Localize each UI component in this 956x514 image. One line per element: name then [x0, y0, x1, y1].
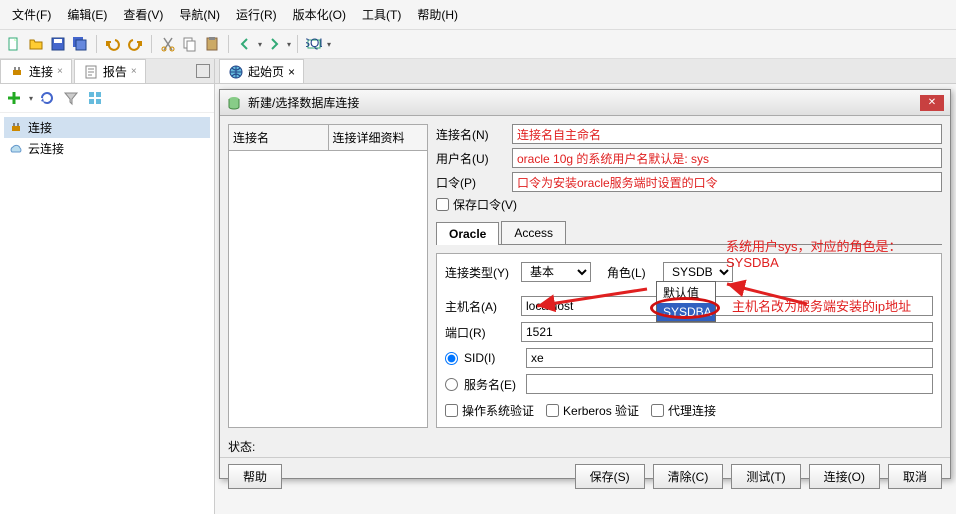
close-icon[interactable]: ×: [57, 66, 63, 77]
proxy-checkbox[interactable]: [651, 404, 664, 417]
role-option-default[interactable]: 默认值: [657, 282, 715, 303]
save-icon[interactable]: [48, 34, 68, 54]
help-button[interactable]: 帮助: [228, 464, 282, 489]
menu-view[interactable]: 查看(V): [115, 2, 171, 27]
conn-type-select[interactable]: 基本: [521, 262, 591, 282]
label-username: 用户名(U): [436, 150, 506, 167]
menu-version[interactable]: 版本化(O): [285, 2, 354, 27]
cancel-button[interactable]: 取消: [888, 464, 942, 489]
sid-input[interactable]: [526, 348, 933, 368]
connection-list-panel: 连接名 连接详细资料: [228, 124, 428, 428]
col-conn-name: 连接名: [229, 125, 329, 150]
tree-cloud[interactable]: 云连接: [4, 138, 210, 159]
col-conn-details: 连接详细资料: [329, 125, 428, 150]
cloud-icon: [8, 141, 24, 157]
label-role: 角色(L): [607, 264, 657, 281]
label-conn-name: 连接名(N): [436, 126, 506, 143]
kerberos-checkbox[interactable]: [546, 404, 559, 417]
label-conn-type: 连接类型(Y): [445, 264, 515, 281]
sidebar: 连接 × 报告 × ▾ 连接 云连接: [0, 59, 215, 514]
tree-connections[interactable]: 连接: [4, 117, 210, 138]
tab-label: 起始页: [248, 63, 284, 80]
dialog-close-button[interactable]: ✕: [920, 95, 944, 111]
label-port: 端口(R): [445, 324, 515, 341]
username-input[interactable]: [512, 148, 942, 168]
label-password: 口令(P): [436, 174, 506, 191]
cut-icon[interactable]: [158, 34, 178, 54]
conn-name-input[interactable]: [512, 124, 942, 144]
forward-icon[interactable]: [264, 34, 284, 54]
close-icon[interactable]: ×: [288, 65, 295, 79]
sql-icon[interactable]: SQL: [304, 34, 324, 54]
oracle-connection-form: 连接类型(Y) 基本 角色(L) SYSDBA 默认值 SYSDBA 主: [436, 253, 942, 428]
hostname-input[interactable]: [521, 296, 933, 316]
test-button[interactable]: 测试(T): [731, 464, 800, 489]
new-connection-dialog: 新建/选择数据库连接 ✕ 连接名 连接详细资料 连接名(N) 用户: [219, 89, 951, 479]
connect-button[interactable]: 连接(O): [809, 464, 880, 489]
role-select[interactable]: SYSDBA: [663, 262, 733, 282]
minimize-icon[interactable]: [196, 64, 210, 78]
clear-button[interactable]: 清除(C): [653, 464, 724, 489]
sid-radio[interactable]: [445, 352, 458, 365]
paste-icon[interactable]: [202, 34, 222, 54]
save-password-checkbox[interactable]: [436, 198, 449, 211]
refresh-icon[interactable]: [37, 88, 57, 108]
service-radio[interactable]: [445, 378, 458, 391]
menu-bar: 文件(F) 编辑(E) 查看(V) 导航(N) 运行(R) 版本化(O) 工具(…: [0, 0, 956, 30]
label-hostname: 主机名(A): [445, 298, 515, 315]
open-icon[interactable]: [26, 34, 46, 54]
label-proxy: 代理连接: [668, 402, 716, 419]
saveall-icon[interactable]: [70, 34, 90, 54]
close-icon[interactable]: ×: [131, 66, 137, 77]
role-dropdown-list[interactable]: 默认值 SYSDBA: [656, 281, 716, 322]
db-icon: [226, 95, 242, 111]
sidebar-tab-connections[interactable]: 连接 ×: [0, 59, 72, 83]
copy-icon[interactable]: [180, 34, 200, 54]
filter-icon[interactable]: [61, 88, 81, 108]
save-button[interactable]: 保存(S): [575, 464, 645, 489]
main-toolbar: ▾ ▾ SQL ▾: [0, 30, 956, 59]
undo-icon[interactable]: [103, 34, 123, 54]
svg-text:SQL: SQL: [306, 36, 322, 50]
menu-nav[interactable]: 导航(N): [171, 2, 228, 27]
menu-tools[interactable]: 工具(T): [354, 2, 409, 27]
label-save-password: 保存口令(V): [453, 196, 517, 213]
password-input[interactable]: [512, 172, 942, 192]
sidebar-tab-label: 连接: [29, 63, 53, 80]
forward-dropdown-icon[interactable]: ▾: [287, 40, 291, 49]
add-dropdown-icon[interactable]: ▾: [29, 94, 33, 103]
redo-icon[interactable]: [125, 34, 145, 54]
sidebar-tab-reports[interactable]: 报告 ×: [74, 59, 146, 83]
globe-icon: [228, 64, 244, 80]
tab-startpage[interactable]: 起始页 ×: [219, 59, 304, 83]
back-dropdown-icon[interactable]: ▾: [258, 40, 262, 49]
dialog-title-text: 新建/选择数据库连接: [248, 94, 914, 111]
menu-run[interactable]: 运行(R): [228, 2, 285, 27]
menu-help[interactable]: 帮助(H): [409, 2, 466, 27]
tab-access[interactable]: Access: [501, 221, 566, 244]
tree-label: 连接: [28, 119, 52, 136]
add-icon[interactable]: [4, 88, 24, 108]
sidebar-tab-label: 报告: [103, 63, 127, 80]
sql-dropdown-icon[interactable]: ▾: [327, 40, 331, 49]
service-input[interactable]: [526, 374, 933, 394]
new-icon[interactable]: [4, 34, 24, 54]
grid-icon[interactable]: [85, 88, 105, 108]
back-icon[interactable]: [235, 34, 255, 54]
label-service: 服务名(E): [464, 376, 520, 393]
plug-icon: [8, 120, 24, 136]
label-sid: SID(I): [464, 351, 520, 365]
tree-label: 云连接: [28, 140, 64, 157]
role-option-sysdba[interactable]: SYSDBA: [657, 303, 715, 321]
label-kerberos: Kerberos 验证: [563, 402, 639, 419]
menu-edit[interactable]: 编辑(E): [59, 2, 115, 27]
os-auth-checkbox[interactable]: [445, 404, 458, 417]
plug-icon: [9, 64, 25, 80]
label-os-auth: 操作系统验证: [462, 402, 534, 419]
menu-file[interactable]: 文件(F): [4, 2, 59, 27]
report-icon: [83, 64, 99, 80]
status-label: 状态:: [220, 436, 950, 457]
port-input[interactable]: [521, 322, 933, 342]
tab-oracle[interactable]: Oracle: [436, 222, 499, 245]
